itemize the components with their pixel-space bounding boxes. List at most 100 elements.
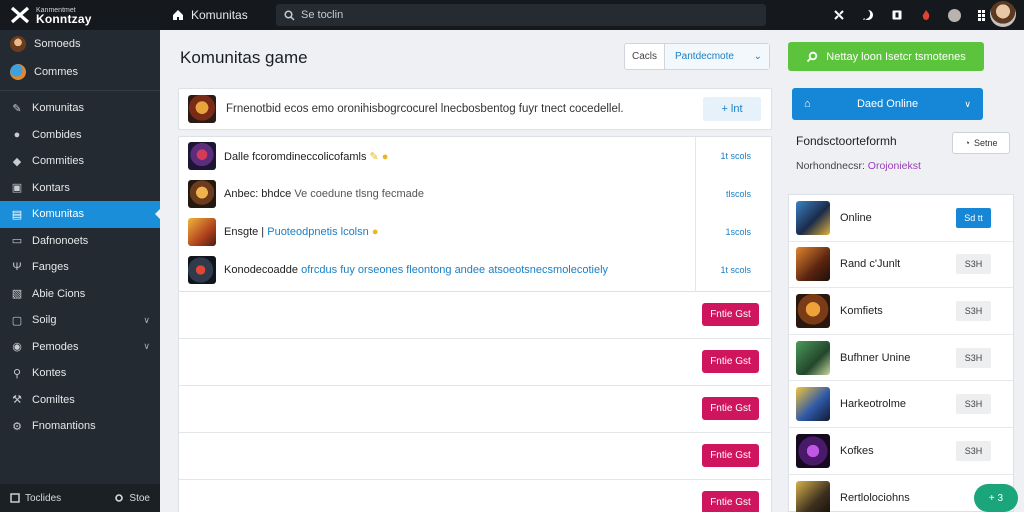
list-item: Fntie Gst — [179, 386, 771, 433]
tools-icon[interactable] — [824, 0, 853, 30]
game-list-item[interactable]: Online Sd tt — [789, 195, 1013, 242]
pencil-icon: ✎ — [12, 102, 22, 115]
join-button[interactable]: Nettay loon Isetcr tsmotenes — [788, 42, 984, 71]
sidebar-item-label: Fnomantions — [32, 420, 96, 433]
game-list-item[interactable]: Rand c'Junlt S3H — [789, 242, 1013, 289]
sidebar-item[interactable]: ▭ Dafnonoets — [0, 228, 160, 255]
footer-right-item[interactable]: Stoe — [114, 493, 150, 504]
action-button[interactable]: Fntie Gst — [702, 397, 759, 420]
chat-icon[interactable] — [853, 0, 882, 30]
feed-title: Anbec: bhdce — [224, 188, 292, 200]
filter-left-label[interactable]: Cacls — [625, 44, 665, 69]
game-list-item[interactable]: Komfiets S3H — [789, 288, 1013, 335]
gear-icon — [115, 494, 124, 502]
join-button-label: Nettay loon Isetcr tsmotenes — [826, 50, 966, 63]
sidebar-item-label: Abie Cions — [32, 287, 86, 300]
game-thumbnail — [796, 387, 830, 422]
sidebar-item-label: Combides — [32, 128, 82, 141]
feed-link[interactable]: ofrcdus fuy orseones fleontong andee ats… — [301, 264, 608, 276]
fire-icon[interactable] — [911, 0, 940, 30]
online-dropdown[interactable]: ⌂ Daed Online ∨ — [792, 88, 983, 120]
sidebar-item-label: Commities — [32, 155, 84, 168]
feed-meta: 1t scols — [720, 265, 751, 275]
image-icon: ▧ — [11, 288, 23, 301]
feed-item[interactable]: Konodecoadde ofrcdus fuy orseones fleont… — [179, 251, 771, 289]
sidebar-item[interactable]: ● Combides — [0, 122, 160, 149]
feed-item[interactable]: Ensgte | Puoteodpnetis lcolsn ● 1scols — [179, 213, 771, 251]
settings-button[interactable]: ◔ Setne — [952, 132, 1010, 154]
feed-text: Ve coedune tlsng fecmade — [294, 188, 424, 200]
action-button[interactable]: Fntie Gst — [702, 491, 759, 512]
game-thumbnail — [796, 480, 830, 512]
action-button[interactable]: Fntie Gst — [702, 350, 759, 373]
home-icon — [173, 10, 183, 20]
top-bar: Kanmentmet Konntzay Komunitas Se toclin — [0, 0, 1024, 30]
sidebar-item[interactable]: ◉ Pemodes ∨ — [0, 334, 160, 361]
feed-title: Dalle fcoromdineccolicofamls — [224, 150, 367, 163]
search-input[interactable]: Se toclin — [276, 4, 766, 26]
request-list: Fntie Gst Fntie Gst Fntie Gst Fntie Gst … — [178, 292, 772, 512]
chevron-down-icon: ∨ — [143, 341, 150, 352]
game-list: Online Sd tt Rand c'Junlt S3H Komfiets S3H Buf… — [788, 194, 1014, 512]
sidebar-item[interactable]: ⚲ Kontes — [0, 360, 160, 387]
search-placeholder: Se toclin — [301, 9, 344, 21]
profile-mini-icon[interactable] — [940, 0, 969, 30]
post-composer: Frnenotbid ecos emo oronihisbogrcocurel … — [178, 88, 772, 130]
game-name: Bufhner Unine — [840, 351, 911, 364]
sidebar-item[interactable]: ◆ Commities — [0, 148, 160, 175]
sidebar-item-label: Pemodes — [32, 340, 79, 353]
notification-icon[interactable] — [882, 0, 911, 30]
home-link[interactable]: Komunitas — [172, 8, 266, 22]
game-status-badge[interactable]: S3H — [956, 440, 991, 461]
filter-dropdown[interactable]: Cacls Pantdecmote ⌄ — [624, 43, 770, 70]
sidebar-item[interactable]: ▢ Soilg ∨ — [0, 307, 160, 334]
sidebar-top-item-label: Somoeds — [34, 38, 81, 50]
action-button[interactable]: Fntie Gst — [702, 303, 759, 326]
user-avatar[interactable] — [990, 1, 1016, 27]
sidebar-item[interactable]: ▧ Abie Cions — [0, 281, 160, 308]
feed-item[interactable]: Anbec: bhdce Ve coedune tlsng fecmade tl… — [179, 175, 771, 213]
composer-text[interactable]: Frnenotbid ecos emo oronihisbogrcocurel … — [226, 103, 703, 115]
game-status-badge[interactable]: S3H — [956, 254, 991, 275]
filter-selected-value: Pantdecmote — [675, 51, 734, 62]
page-title: Komunitas game — [180, 48, 308, 67]
feed-item[interactable]: Dalle fcoromdineccolicofamls ✎ ● 1t scol… — [179, 137, 771, 175]
sidebar-divider — [0, 90, 160, 91]
card-icon: ▭ — [11, 235, 23, 248]
sidebar-top-item[interactable]: Somoeds — [0, 30, 160, 58]
footer-left-item[interactable]: Toclides — [10, 493, 61, 504]
list-item: Fntie Gst — [179, 292, 771, 339]
game-status-badge[interactable]: S3H — [956, 394, 991, 415]
sidebar-item[interactable]: ▣ Kontars — [0, 175, 160, 202]
action-button[interactable]: Fntie Gst — [702, 444, 759, 467]
chat-icon: ◉ — [12, 341, 22, 354]
game-list-item[interactable]: Harkeotrolme S3H — [789, 381, 1013, 428]
game-name: Online — [840, 211, 872, 224]
globe-icon — [10, 64, 26, 80]
add-post-button[interactable]: + lnt — [703, 97, 761, 121]
sidebar-item[interactable]: ⚒ Comiltes — [0, 387, 160, 414]
sidebar-item-label: Fanges — [32, 261, 69, 274]
game-status-badge[interactable]: Sd tt — [956, 207, 991, 228]
sidebar-item[interactable]: ▤ Komunitas — [0, 201, 161, 228]
people-icon: ◆ — [12, 155, 22, 168]
sidebar-item[interactable]: ✎ Komunitas — [0, 95, 160, 122]
sidebar-top-item[interactable]: Commes — [0, 58, 160, 86]
list-icon: ▤ — [11, 208, 23, 221]
list-item: Fntie Gst — [179, 339, 771, 386]
game-thumbnail — [188, 256, 216, 284]
game-status-badge[interactable]: S3H — [956, 347, 991, 368]
stats-link[interactable]: Orojoniekst — [868, 160, 921, 172]
game-status-badge[interactable]: S3H — [956, 300, 991, 321]
sidebar-item[interactable]: ⚙ Fnomantions — [0, 413, 160, 440]
app-logo[interactable]: Kanmentmet Konntzay — [0, 0, 160, 30]
box-icon — [10, 493, 20, 503]
game-list-item[interactable]: Bufhner Unine S3H — [789, 335, 1013, 382]
floating-action-button[interactable]: + 3 — [974, 484, 1018, 512]
sidebar-item[interactable]: Ψ Fanges — [0, 254, 160, 281]
feed-link[interactable]: Puoteodpnetis lcolsn — [267, 226, 369, 238]
game-list-item[interactable]: Kofkes S3H — [789, 428, 1013, 475]
sidebar-footer: Toclides Stoe — [0, 484, 160, 512]
main-content: Komunitas game Cacls Pantdecmote ⌄ Frnen… — [160, 30, 788, 512]
game-icon: ▣ — [11, 182, 23, 195]
